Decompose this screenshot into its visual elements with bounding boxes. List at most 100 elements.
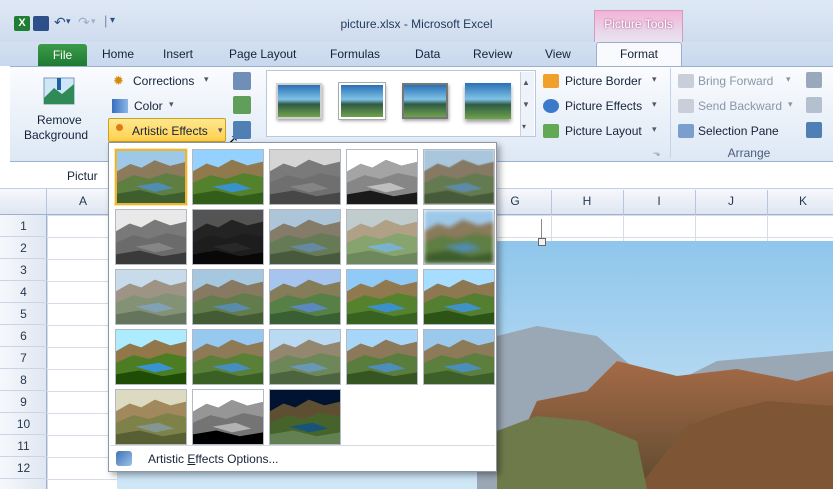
tab-home[interactable]: Home bbox=[102, 47, 134, 61]
arrange-group-label: Arrange bbox=[727, 146, 771, 160]
picture-style-1[interactable] bbox=[276, 83, 322, 119]
artistic-effect-thumbnail[interactable] bbox=[115, 269, 187, 325]
row-header[interactable]: 2 bbox=[0, 237, 47, 259]
picture-border-button[interactable]: Picture Border bbox=[565, 74, 642, 88]
row-header[interactable]: 10 bbox=[0, 413, 47, 435]
group-objects-icon[interactable] bbox=[806, 97, 822, 113]
artistic-effects-options-item[interactable]: Artistic Effects Options... bbox=[110, 447, 495, 471]
selection-pane-button[interactable]: Selection Pane bbox=[698, 124, 779, 138]
row-header[interactable]: 11 bbox=[0, 435, 47, 457]
send-backward-icon[interactable] bbox=[678, 99, 694, 113]
artistic-effect-thumbnail[interactable] bbox=[192, 149, 264, 205]
send-backward-button[interactable]: Send Backward bbox=[698, 99, 782, 113]
row-header[interactable]: 8 bbox=[0, 369, 47, 391]
row-header[interactable]: 7 bbox=[0, 347, 47, 369]
artistic-effect-thumbnail[interactable] bbox=[269, 389, 341, 445]
column-divider bbox=[551, 190, 552, 215]
artistic-effect-thumbnail[interactable] bbox=[423, 209, 495, 265]
artistic-effect-thumbnail[interactable] bbox=[346, 149, 418, 205]
artistic-effect-thumbnail[interactable] bbox=[115, 329, 187, 385]
picture-style-4[interactable] bbox=[465, 83, 511, 119]
row-header[interactable]: 6 bbox=[0, 325, 47, 347]
corrections-button[interactable]: Corrections bbox=[133, 74, 194, 88]
gallery-more-icon[interactable]: ▾ bbox=[522, 122, 526, 131]
corrections-dropdown-icon[interactable]: ▾ bbox=[204, 74, 209, 85]
column-header-h[interactable]: H bbox=[551, 194, 623, 208]
column-divider bbox=[623, 190, 624, 215]
tab-data[interactable]: Data bbox=[415, 47, 440, 61]
tab-file[interactable]: File bbox=[38, 44, 87, 66]
select-all-corner[interactable] bbox=[0, 189, 47, 214]
tab-review[interactable]: Review bbox=[473, 47, 512, 61]
remove-background-icon[interactable] bbox=[42, 76, 76, 106]
change-picture-icon[interactable] bbox=[233, 96, 251, 114]
row-header[interactable]: 9 bbox=[0, 391, 47, 413]
tab-insert[interactable]: Insert bbox=[163, 47, 193, 61]
artistic-effect-thumbnail[interactable] bbox=[346, 269, 418, 325]
row-header[interactable]: 3 bbox=[0, 259, 47, 281]
artistic-effects-menu bbox=[108, 142, 497, 472]
color-button[interactable]: Color bbox=[134, 99, 163, 113]
tab-formulas[interactable]: Formulas bbox=[330, 47, 380, 61]
artistic-effect-thumbnail[interactable] bbox=[346, 209, 418, 265]
send-backward-dropdown-icon[interactable]: ▾ bbox=[788, 99, 793, 110]
artistic-effect-thumbnail[interactable] bbox=[115, 389, 187, 445]
artistic-effect-thumbnail[interactable] bbox=[115, 149, 187, 205]
artistic-effect-thumbnail[interactable] bbox=[192, 269, 264, 325]
resize-handle[interactable] bbox=[538, 238, 546, 246]
artistic-effect-thumbnail[interactable] bbox=[269, 269, 341, 325]
artistic-effect-thumbnail[interactable] bbox=[192, 329, 264, 385]
artistic-effect-thumbnail[interactable] bbox=[269, 209, 341, 265]
picture-layout-button[interactable]: Picture Layout bbox=[565, 124, 642, 138]
artistic-effect-thumbnail[interactable] bbox=[192, 389, 264, 445]
color-dropdown-icon[interactable]: ▾ bbox=[169, 99, 174, 110]
column-header-k[interactable]: K bbox=[767, 194, 833, 208]
remove-background-label-2[interactable]: Background bbox=[24, 128, 88, 142]
corrections-icon[interactable]: ✹ bbox=[113, 73, 124, 89]
row-header[interactable]: 4 bbox=[0, 281, 47, 303]
bring-forward-icon[interactable] bbox=[678, 74, 694, 88]
tab-page-layout[interactable]: Page Layout bbox=[229, 47, 296, 61]
bring-forward-button[interactable]: Bring Forward bbox=[698, 74, 773, 88]
gallery-down-icon[interactable]: ▼ bbox=[522, 100, 530, 109]
tab-format[interactable]: Format bbox=[596, 42, 682, 67]
artistic-effect-thumbnail[interactable] bbox=[423, 149, 495, 205]
picture-border-icon[interactable] bbox=[543, 74, 559, 88]
bring-forward-dropdown-icon[interactable]: ▾ bbox=[786, 74, 791, 85]
artistic-effect-thumbnail[interactable] bbox=[269, 149, 341, 205]
align-icon[interactable] bbox=[806, 72, 822, 88]
compress-pictures-icon[interactable] bbox=[233, 72, 251, 90]
artistic-effect-thumbnail[interactable] bbox=[269, 329, 341, 385]
artistic-effect-thumbnail[interactable] bbox=[192, 209, 264, 265]
column-header-i[interactable]: I bbox=[623, 194, 695, 208]
artistic-effects-dropdown-icon: ▾ bbox=[218, 125, 223, 135]
artistic-effect-thumbnail[interactable] bbox=[423, 269, 495, 325]
picture-style-2[interactable] bbox=[338, 82, 386, 120]
picture-effects-dropdown-icon[interactable]: ▾ bbox=[652, 99, 657, 110]
remove-background-label-1[interactable]: Remove bbox=[37, 113, 82, 127]
artistic-effect-thumbnail[interactable] bbox=[115, 209, 187, 265]
color-icon[interactable] bbox=[112, 99, 128, 113]
row-header[interactable]: 12 bbox=[0, 457, 47, 479]
column-header-j[interactable]: J bbox=[695, 194, 767, 208]
row-header[interactable]: 1 bbox=[0, 215, 47, 237]
artistic-effect-thumbnail[interactable] bbox=[346, 329, 418, 385]
rotate-icon[interactable] bbox=[806, 122, 822, 138]
selection-pane-icon[interactable] bbox=[678, 124, 694, 138]
gallery-up-icon[interactable]: ▲ bbox=[522, 78, 530, 87]
artistic-effect-thumbnail[interactable] bbox=[423, 329, 495, 385]
picture-styles-launcher-icon[interactable]: ⬎ bbox=[653, 148, 661, 159]
row-header[interactable]: 5 bbox=[0, 303, 47, 325]
picture-style-3[interactable] bbox=[402, 83, 448, 119]
tab-view[interactable]: View bbox=[545, 47, 571, 61]
picture-layout-icon[interactable] bbox=[543, 124, 559, 138]
picture-effects-button[interactable]: Picture Effects bbox=[565, 99, 642, 113]
picture-tools-label: Picture Tools bbox=[604, 17, 673, 31]
picture-layout-dropdown-icon[interactable]: ▾ bbox=[652, 124, 657, 135]
picture-effects-icon[interactable] bbox=[543, 99, 559, 113]
picture-border-dropdown-icon[interactable]: ▾ bbox=[652, 74, 657, 85]
row-headers: 1 2 3 4 5 6 7 8 9 10 11 12 bbox=[0, 215, 47, 489]
artistic-effects-options-label: Artistic Effects Options... bbox=[148, 452, 279, 466]
name-box[interactable]: Pictur bbox=[0, 164, 110, 186]
reset-picture-icon[interactable] bbox=[233, 121, 251, 139]
